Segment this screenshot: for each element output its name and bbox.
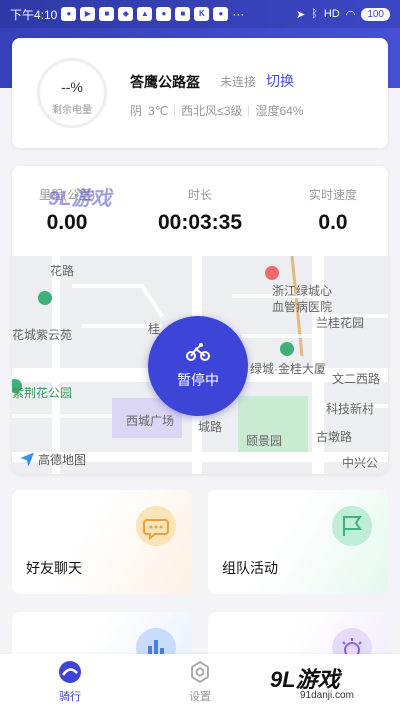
app-icon: ● <box>213 7 229 21</box>
weather-wind: 西北风≤3级 <box>181 104 243 118</box>
weather-condition: 阴 <box>130 104 143 118</box>
app-icon: K <box>194 7 210 21</box>
feature-title: 组队活动 <box>222 560 278 576</box>
play-icon: ▶ <box>80 7 96 21</box>
chat-icon <box>136 506 176 546</box>
status-bar: 下午4:10 ● ▶ ■ ◆ ▲ ● ■ K ● ··· ➤ ᛒ HD ◠ 10… <box>0 0 400 28</box>
weather-info: 阴 3℃ 西北风≤3级 湿度64% <box>130 102 303 119</box>
weather-humidity: 湿度64% <box>255 104 304 118</box>
divider <box>174 104 176 117</box>
stat-duration: 时长 00:03:35 <box>145 186 255 235</box>
switch-device-button[interactable]: 切换 <box>266 71 294 91</box>
status-time: 下午4:10 <box>10 7 58 22</box>
app-icon: ◆ <box>118 7 134 21</box>
battery-label: 剩余电量 <box>52 105 92 116</box>
feature-title: 好友聊天 <box>26 560 82 576</box>
settings-icon <box>191 660 209 684</box>
map-label: 文二西路 <box>332 372 381 386</box>
nav-ride[interactable]: 骑行 <box>30 660 110 704</box>
weather-temperature: 3℃ <box>148 103 169 118</box>
stat-value: 0.0 <box>318 211 348 234</box>
team-activity-card[interactable]: 组队活动 <box>208 490 388 594</box>
ride-icon <box>59 661 81 683</box>
friend-chat-card[interactable]: 好友聊天 <box>12 490 192 594</box>
signal-icon: HD <box>323 8 340 20</box>
battery-ring: --% 剩余电量 <box>37 58 107 128</box>
device-card: --% 剩余电量 答鹰公路盔 未连接 切换 阴 3℃ 西北风≤3级 湿度64% <box>12 38 388 148</box>
wifi-icon: ◠ <box>345 8 356 21</box>
pause-button[interactable]: 暂停中 <box>148 316 248 416</box>
app-icon: ▲ <box>137 7 153 21</box>
app-icon: ■ <box>99 7 115 21</box>
map-label: 绿城·金桂大厦 <box>250 362 326 376</box>
watermark: 9L游戏 91danji.com <box>262 660 388 706</box>
pause-label: 暂停中 <box>177 372 219 388</box>
flag-icon <box>332 506 372 546</box>
battery-icon: 100 <box>361 7 390 21</box>
map-label: 中兴公 <box>342 456 379 470</box>
ride-card: 里程(公里) 0.00 时长 00:03:35 实时速度 0.0 花路 浙江绿城… <box>12 166 388 474</box>
stat-label: 实时速度 <box>308 188 357 202</box>
nav-ride-label: 骑行 <box>59 691 81 703</box>
stat-value: 0.00 <box>46 211 88 234</box>
map-label: 颐景园 <box>246 434 283 448</box>
app-icon: ● <box>156 7 172 21</box>
nav-settings[interactable]: 设置 <box>160 660 240 704</box>
watermark-sub: 91danji.com <box>300 690 354 701</box>
bluetooth-icon: ᛒ <box>311 8 318 20</box>
stat-value: 00:03:35 <box>157 211 243 234</box>
map-label: 浙江绿城心 <box>272 284 333 298</box>
device-name: 答鹰公路盔 <box>130 74 200 90</box>
map-label: 血管病医院 <box>272 300 333 314</box>
map-label: 兰桂花园 <box>316 316 365 330</box>
map-label: 城路 <box>198 420 223 434</box>
bike-icon <box>186 343 210 361</box>
device-status: 未连接 <box>220 75 257 89</box>
watermark-top: 9L游戏 <box>48 188 112 210</box>
map-label: 科技新村 <box>326 402 375 416</box>
map-provider-logo: 高德地图 <box>20 451 86 468</box>
stat-speed: 实时速度 0.0 <box>278 186 388 235</box>
map-label: 古墩路 <box>316 430 353 444</box>
location-icon: ➤ <box>295 8 306 21</box>
map-label: 花路 <box>50 264 75 278</box>
more-icon: ··· <box>232 7 245 21</box>
map-label: 花城紫云苑 <box>12 328 73 342</box>
divider <box>248 104 250 117</box>
stat-label: 时长 <box>187 188 212 202</box>
amap-arrow-icon <box>20 452 34 467</box>
notification-icon: ● <box>61 7 77 21</box>
app-icon: ■ <box>175 7 191 21</box>
battery-value: --% <box>61 79 83 95</box>
map-label: 西城广场 <box>126 414 175 428</box>
map-label: 紫荆花公园 <box>12 386 73 400</box>
nav-settings-label: 设置 <box>189 691 211 703</box>
map-provider-name: 高德地图 <box>38 453 87 467</box>
